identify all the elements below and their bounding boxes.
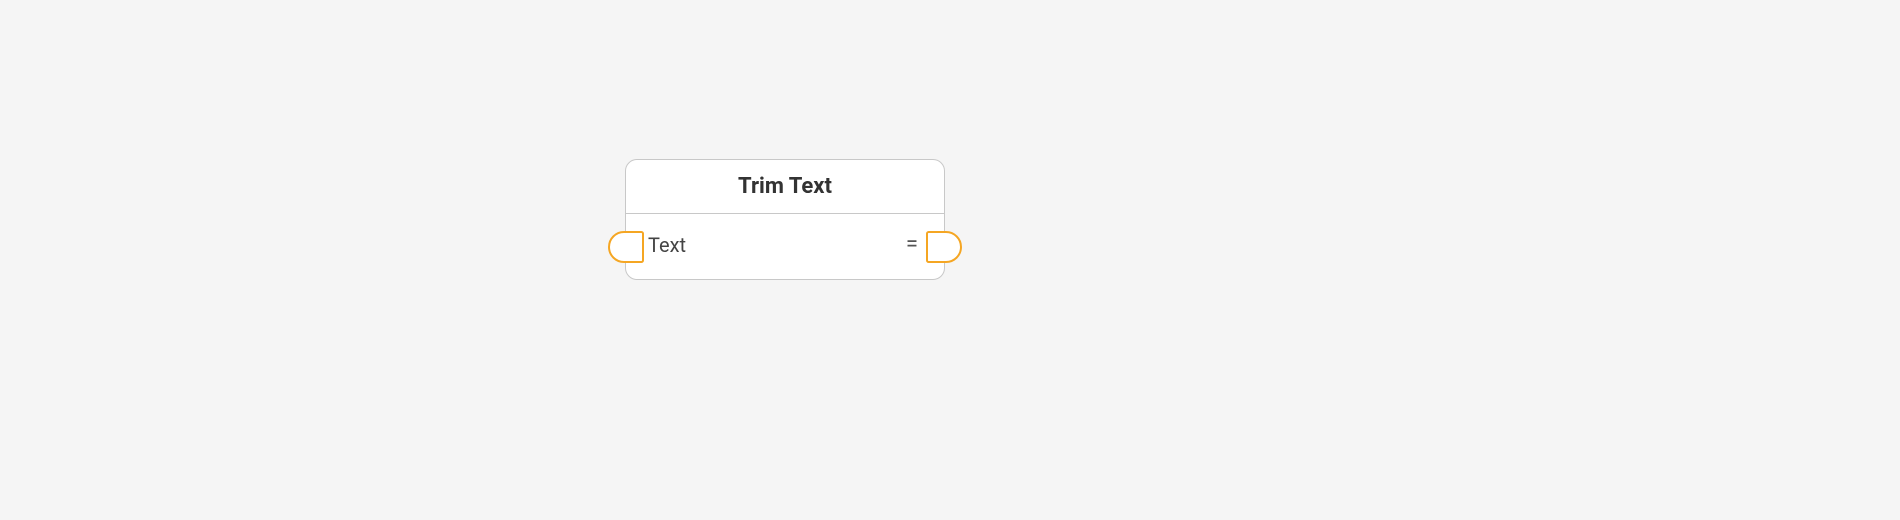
trim-text-node[interactable]: Trim Text Text = <box>625 159 945 280</box>
output-port[interactable] <box>926 231 962 263</box>
node-title: Trim Text <box>636 174 934 199</box>
output-label: = <box>906 232 918 257</box>
node-header: Trim Text <box>626 160 944 214</box>
input-label: Text <box>648 233 686 257</box>
node-body: Text = <box>626 214 944 279</box>
input-port[interactable] <box>608 231 644 263</box>
